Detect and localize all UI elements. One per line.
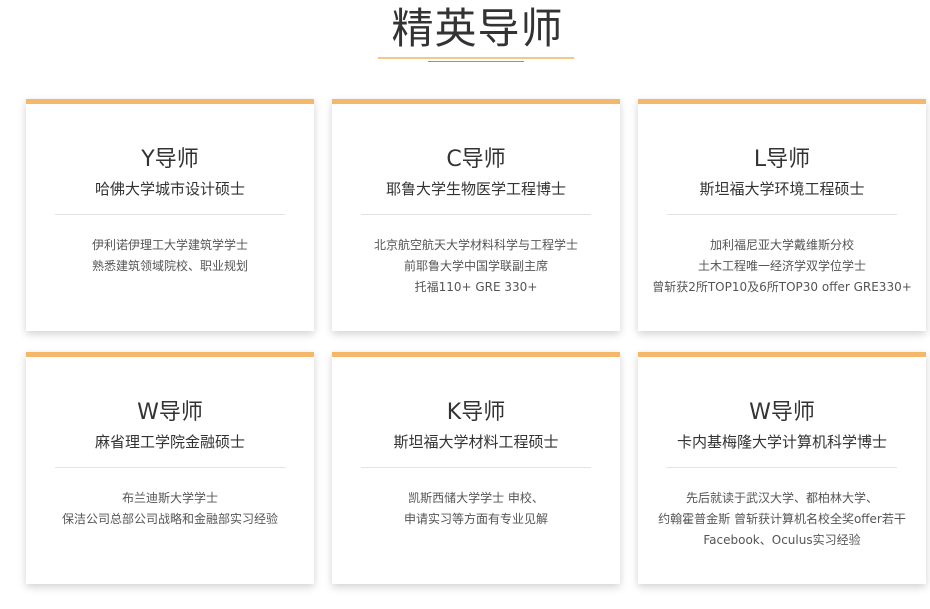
- card-divider: [667, 214, 897, 215]
- mentor-detail-line: 曾斩获2所TOP10及6所TOP30 offer GRE330+: [652, 280, 912, 294]
- mentor-detail-line: 加利福尼亚大学戴维斯分校: [709, 238, 854, 252]
- mentor-detail-line: 前耶鲁大学中国学联副主席: [403, 259, 548, 273]
- mentor-card-l: L导师 斯坦福大学环境工程硕士 加利福尼亚大学戴维斯分校 土木工程唯一经济学双学…: [638, 99, 926, 331]
- mentor-card-c: C导师 耶鲁大学生物医学工程博士 北京航空航天大学材料科学与工程学士 前耶鲁大学…: [332, 99, 620, 331]
- card-divider: [361, 214, 591, 215]
- mentor-detail-line: 保洁公司总部公司战略和金融部实习经验: [61, 512, 278, 526]
- mentor-name: L导师: [753, 147, 811, 172]
- mentor-card-w2: W导师 卡内基梅隆大学计算机科学博士 先后就读于武汉大学、都柏林大学、 约翰霍普…: [638, 352, 926, 584]
- mentor-name: W导师: [137, 400, 203, 425]
- mentor-name: K导师: [446, 400, 506, 425]
- title-underline: [378, 57, 574, 59]
- mentor-detail-line: 熟悉建筑领域院校、职业规划: [91, 259, 248, 273]
- mentor-detail-line: 托福110+ GRE 330+: [414, 280, 538, 294]
- mentor-details: 布兰迪斯大学学士 保洁公司总部公司战略和金融部实习经验: [26, 488, 314, 530]
- mentor-detail-line: Facebook、Oculus实习经验: [703, 533, 861, 547]
- mentor-degree: 麻省理工学院金融硕士: [94, 433, 245, 451]
- mentor-details: 伊利诺伊理工大学建筑学学士 熟悉建筑领域院校、职业规划: [26, 235, 314, 277]
- mentor-detail-line: 伊利诺伊理工大学建筑学学士: [91, 238, 248, 252]
- mentor-detail-line: 申请实习等方面有专业见解: [403, 512, 548, 526]
- mentor-detail-line: 布兰迪斯大学学士: [121, 491, 218, 505]
- mentor-detail-line: 先后就读于武汉大学、都柏林大学、: [685, 491, 878, 505]
- mentor-details: 北京航空航天大学材料科学与工程学士 前耶鲁大学中国学联副主席 托福110+ GR…: [332, 235, 620, 298]
- title-underline-accent: [428, 61, 524, 62]
- mentor-detail-line: 约翰霍普金斯 曾斩获计算机名校全奖offer若干: [658, 512, 906, 526]
- mentor-degree: 哈佛大学城市设计硕士: [94, 180, 245, 198]
- card-divider: [667, 467, 897, 468]
- mentor-card-y: Y导师 哈佛大学城市设计硕士 伊利诺伊理工大学建筑学学士 熟悉建筑领域院校、职业…: [26, 99, 314, 331]
- mentor-degree: 斯坦福大学材料工程硕士: [393, 433, 559, 451]
- mentor-detail-line: 土木工程唯一经济学双学位学士: [697, 259, 866, 273]
- card-divider: [55, 214, 285, 215]
- card-divider: [361, 467, 591, 468]
- mentor-details: 先后就读于武汉大学、都柏林大学、 约翰霍普金斯 曾斩获计算机名校全奖offer若…: [638, 488, 926, 551]
- mentor-degree: 卡内基梅隆大学计算机科学博士: [676, 433, 887, 451]
- mentor-card-k: K导师 斯坦福大学材料工程硕士 凯斯西储大学学士 申校、 申请实习等方面有专业见…: [332, 352, 620, 584]
- mentor-detail-line: 凯斯西储大学学士 申校、: [408, 491, 544, 505]
- mentor-detail-line: 北京航空航天大学材料科学与工程学士: [373, 238, 578, 252]
- mentor-name: W导师: [749, 400, 815, 425]
- card-divider: [55, 467, 285, 468]
- mentor-card-w1: W导师 麻省理工学院金融硕士 布兰迪斯大学学士 保洁公司总部公司战略和金融部实习…: [26, 352, 314, 584]
- mentor-degree: 耶鲁大学生物医学工程博士: [385, 180, 566, 198]
- mentor-details: 凯斯西储大学学士 申校、 申请实习等方面有专业见解: [332, 488, 620, 530]
- mentor-degree: 斯坦福大学环境工程硕士: [699, 180, 865, 198]
- mentor-name: Y导师: [141, 147, 199, 172]
- mentor-name: C导师: [446, 147, 506, 172]
- section-title: 精英导师: [391, 4, 564, 53]
- mentor-details: 加利福尼亚大学戴维斯分校 土木工程唯一经济学双学位学士 曾斩获2所TOP10及6…: [638, 235, 926, 298]
